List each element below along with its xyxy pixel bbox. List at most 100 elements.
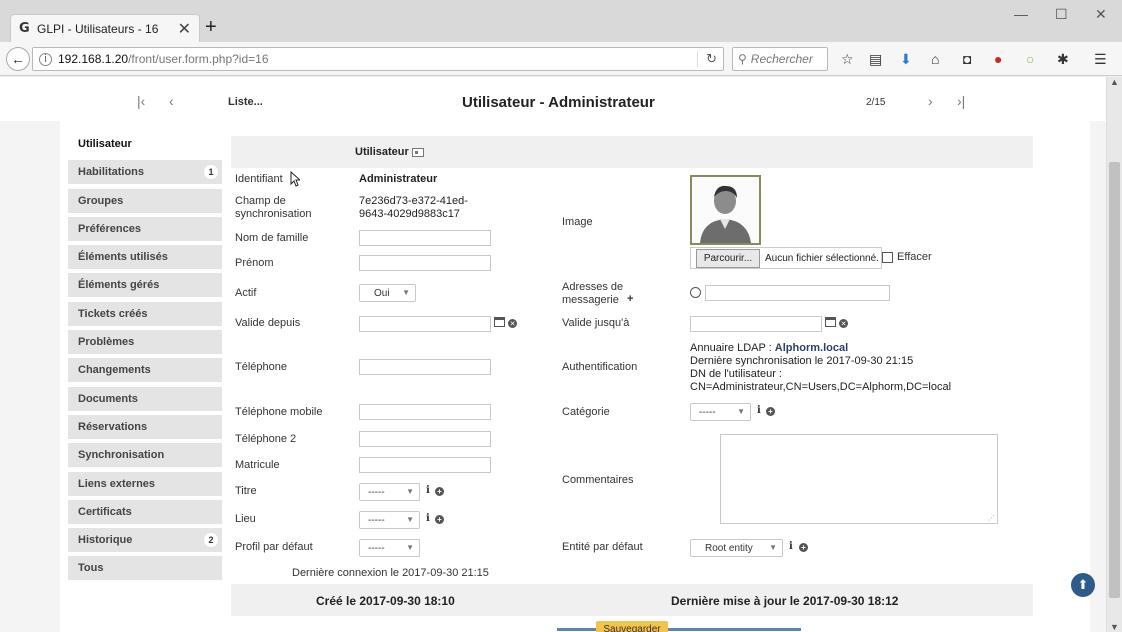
file-status-text: Aucun fichier sélectionné. bbox=[765, 253, 879, 264]
tab-close-icon[interactable]: ✕ bbox=[178, 19, 191, 39]
download-icon[interactable]: ⬇ bbox=[900, 51, 912, 68]
chevron-down-icon: ▼ bbox=[402, 288, 410, 297]
mouse-cursor-icon bbox=[290, 171, 300, 187]
entite-select[interactable]: Root entity ▼ bbox=[690, 539, 783, 557]
info-icon[interactable]: i bbox=[757, 405, 761, 416]
new-tab-icon[interactable]: + bbox=[205, 16, 217, 39]
label-effacer: Effacer bbox=[897, 251, 932, 263]
sidebar-item-habilitations[interactable]: Habilitations 1 bbox=[68, 160, 222, 185]
add-icon[interactable]: + bbox=[435, 515, 444, 524]
scroll-to-top-icon[interactable]: ⬆ bbox=[1071, 573, 1095, 597]
add-icon[interactable]: + bbox=[435, 487, 444, 496]
window-close-icon[interactable]: ✕ bbox=[1095, 6, 1107, 23]
sidebar-item-synchronisation[interactable]: Synchronisation bbox=[68, 443, 222, 468]
extension-circle-icon[interactable]: ○ bbox=[1026, 51, 1034, 67]
info-icon[interactable]: i bbox=[426, 485, 430, 496]
scroll-down-icon[interactable]: ▼ bbox=[1110, 622, 1119, 632]
add-icon[interactable]: + bbox=[799, 543, 808, 552]
label-profil: Profil par défaut bbox=[235, 541, 313, 553]
label-adresses: Adresses de bbox=[562, 281, 624, 293]
ldap-directory-link[interactable]: Alphorm.local bbox=[775, 342, 848, 354]
adblock-icon[interactable]: ● bbox=[994, 51, 1002, 67]
maximize-icon[interactable]: ☐ bbox=[1055, 6, 1068, 23]
sidebar-item-historique[interactable]: Historique 2 bbox=[68, 528, 222, 553]
scrollbar-thumb[interactable] bbox=[1109, 162, 1120, 598]
sidebar-item-certificats[interactable]: Certificats bbox=[68, 499, 222, 524]
sidebar-item-elements-geres[interactable]: Éléments gérés bbox=[68, 273, 222, 298]
clear-date-icon[interactable]: ✕ bbox=[839, 319, 848, 328]
email-input[interactable] bbox=[705, 285, 890, 301]
valide-jusqua-input[interactable] bbox=[690, 316, 822, 332]
scroll-up-icon[interactable]: ▲ bbox=[1110, 77, 1119, 87]
save-button[interactable]: Sauvegarder bbox=[596, 621, 668, 632]
value-sync-2: 9643-4029d9883c17 bbox=[359, 208, 460, 220]
chevron-down-icon: ▼ bbox=[406, 543, 414, 552]
sidebar-item-groupes[interactable]: Groupes bbox=[68, 188, 222, 213]
sidebar-item-utilisateur[interactable]: Utilisateur bbox=[68, 132, 222, 156]
next-record-icon[interactable]: › bbox=[928, 93, 933, 109]
tel-mobile-input[interactable] bbox=[359, 404, 491, 420]
browser-tab[interactable]: G GLPI - Utilisateurs - 16 ✕ bbox=[10, 14, 200, 42]
value-identifiant: Administrateur bbox=[359, 173, 438, 185]
matricule-input[interactable] bbox=[359, 457, 491, 473]
resize-grip-icon[interactable]: ⋰ bbox=[988, 514, 995, 522]
page-scrollbar[interactable]: ▲ ▼ bbox=[1106, 77, 1122, 632]
sidebar-item-problemes[interactable]: Problèmes bbox=[68, 330, 222, 355]
site-info-icon[interactable]: i bbox=[39, 52, 52, 66]
home-icon[interactable]: ⌂ bbox=[931, 51, 939, 67]
label-champ-sync-2: synchronisation bbox=[235, 208, 312, 220]
last-record-icon[interactable]: ›| bbox=[957, 93, 965, 109]
search-input[interactable]: ⚲ Rechercher bbox=[732, 47, 828, 71]
info-icon[interactable]: i bbox=[426, 513, 430, 524]
pocket-icon[interactable]: ◘ bbox=[963, 51, 971, 67]
effacer-checkbox[interactable] bbox=[882, 252, 893, 263]
sidebar-item-tous[interactable]: Tous bbox=[68, 556, 222, 581]
clear-date-icon[interactable]: ✕ bbox=[508, 319, 517, 328]
menu-hamburger-icon[interactable]: ☰ bbox=[1094, 51, 1107, 68]
add-icon[interactable]: + bbox=[766, 407, 775, 416]
titre-select[interactable]: ----- ▼ bbox=[359, 483, 420, 501]
label-authentification: Authentification bbox=[562, 361, 638, 373]
valide-depuis-input[interactable] bbox=[359, 316, 491, 332]
nom-input[interactable] bbox=[359, 230, 491, 246]
prenom-input[interactable] bbox=[359, 255, 491, 271]
default-email-radio[interactable] bbox=[690, 287, 701, 298]
sidebar-item-label: Changements bbox=[78, 364, 151, 377]
commentaires-textarea[interactable]: ⋰ bbox=[720, 434, 998, 524]
calendar-icon[interactable] bbox=[825, 317, 836, 327]
sidebar-item-liens-externes[interactable]: Liens externes bbox=[68, 471, 222, 496]
sidebar-item-reservations[interactable]: Réservations bbox=[68, 414, 222, 439]
bookmark-star-icon[interactable]: ☆ bbox=[841, 51, 854, 68]
tel2-input[interactable] bbox=[359, 431, 491, 447]
count-badge: 2 bbox=[204, 533, 218, 548]
lieu-select[interactable]: ----- ▼ bbox=[359, 511, 420, 529]
minimize-icon[interactable]: — bbox=[1014, 6, 1028, 22]
sidebar-item-elements-utilises[interactable]: Éléments utilisés bbox=[68, 245, 222, 270]
sidebar-item-label: Utilisateur bbox=[78, 138, 132, 150]
vcard-icon[interactable] bbox=[411, 147, 424, 157]
sidebar-item-documents[interactable]: Documents bbox=[68, 386, 222, 411]
url-bar[interactable]: i 192.168.1.20 /front/user.form.php?id=1… bbox=[32, 47, 724, 71]
record-nav-header: |‹ ‹ Liste... Utilisateur - Administrate… bbox=[0, 77, 1106, 121]
sidebar-item-tickets-crees[interactable]: Tickets créés bbox=[68, 301, 222, 326]
telephone-input[interactable] bbox=[359, 359, 491, 375]
info-icon[interactable]: i bbox=[789, 541, 793, 552]
profil-select[interactable]: ----- ▼ bbox=[359, 539, 420, 557]
sidebar-item-changements[interactable]: Changements bbox=[68, 358, 222, 383]
browse-file-button[interactable]: Parcourir... bbox=[696, 249, 760, 268]
sidebar-item-preferences[interactable]: Préférences bbox=[68, 216, 222, 241]
extension-puzzle-icon[interactable]: ✱ bbox=[1057, 51, 1069, 68]
add-email-icon[interactable]: + bbox=[627, 293, 633, 306]
actif-select[interactable]: Oui ▼ bbox=[359, 284, 416, 302]
back-arrow-icon[interactable]: ← bbox=[6, 47, 30, 71]
calendar-icon[interactable] bbox=[494, 317, 505, 327]
categorie-select[interactable]: ----- ▼ bbox=[690, 403, 751, 421]
reload-icon[interactable]: ↻ bbox=[697, 51, 717, 67]
user-avatar bbox=[690, 175, 761, 245]
first-record-icon[interactable]: |‹ bbox=[137, 93, 145, 109]
prev-record-icon[interactable]: ‹ bbox=[169, 93, 174, 109]
section-title: Utilisateur bbox=[355, 146, 424, 158]
label-matricule: Matricule bbox=[235, 459, 280, 471]
list-link[interactable]: Liste... bbox=[228, 96, 263, 108]
reading-list-icon[interactable]: ▤ bbox=[869, 51, 882, 68]
